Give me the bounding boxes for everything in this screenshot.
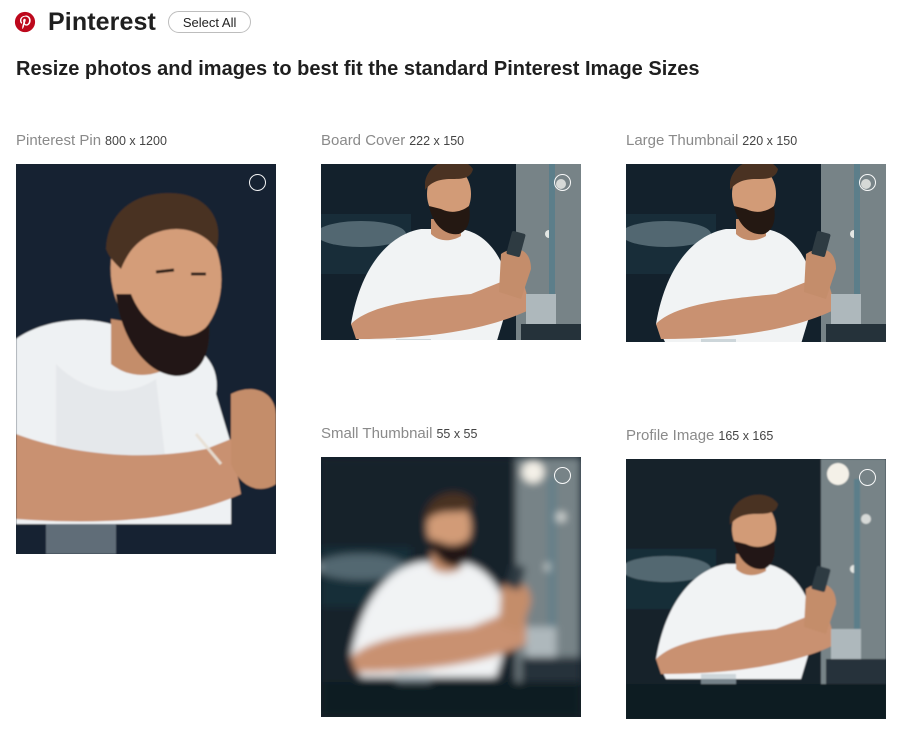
size-card-small-thumbnail: Small Thumbnail 55 x 55	[321, 423, 581, 717]
card-label: Profile Image 165 x 165	[626, 427, 773, 445]
select-all-button[interactable]: Select All	[167, 11, 252, 33]
size-card-pinterest-pin: Pinterest Pin 800 x 1200	[16, 130, 276, 554]
brand-name: Pinterest	[48, 7, 156, 36]
card-size: 55 x 55	[436, 427, 478, 441]
card-label: Pinterest Pin 800 x 1200	[16, 132, 167, 150]
card-label: Large Thumbnail 220 x 150	[626, 132, 797, 150]
preview-image[interactable]	[626, 459, 886, 719]
header: Pinterest Select All	[14, 7, 252, 36]
card-name: Pinterest Pin	[16, 132, 102, 149]
card-name: Large Thumbnail	[626, 132, 739, 149]
pinterest-logo-icon	[14, 11, 36, 33]
select-circle-icon[interactable]	[554, 467, 571, 484]
page-subtitle: Resize photos and images to best fit the…	[16, 58, 700, 80]
card-name: Small Thumbnail	[321, 425, 433, 442]
preview-image[interactable]	[626, 164, 886, 342]
select-circle-icon[interactable]	[249, 174, 266, 191]
card-size: 165 x 165	[718, 429, 774, 443]
preview-image[interactable]	[321, 164, 581, 340]
card-name: Board Cover	[321, 132, 406, 149]
size-card-profile-image: Profile Image 165 x 165	[626, 425, 886, 719]
card-label: Small Thumbnail 55 x 55	[321, 425, 477, 443]
size-card-large-thumbnail: Large Thumbnail 220 x 150	[626, 130, 886, 342]
preview-image[interactable]	[321, 457, 581, 717]
select-circle-icon[interactable]	[859, 469, 876, 486]
card-size: 800 x 1200	[105, 134, 167, 148]
size-card-board-cover: Board Cover 222 x 150	[321, 130, 581, 340]
card-size: 222 x 150	[409, 134, 465, 148]
card-size: 220 x 150	[742, 134, 798, 148]
card-name: Profile Image	[626, 427, 715, 444]
card-label: Board Cover 222 x 150	[321, 132, 464, 150]
select-circle-icon[interactable]	[859, 174, 876, 191]
preview-image[interactable]	[16, 164, 276, 554]
select-circle-icon[interactable]	[554, 174, 571, 191]
